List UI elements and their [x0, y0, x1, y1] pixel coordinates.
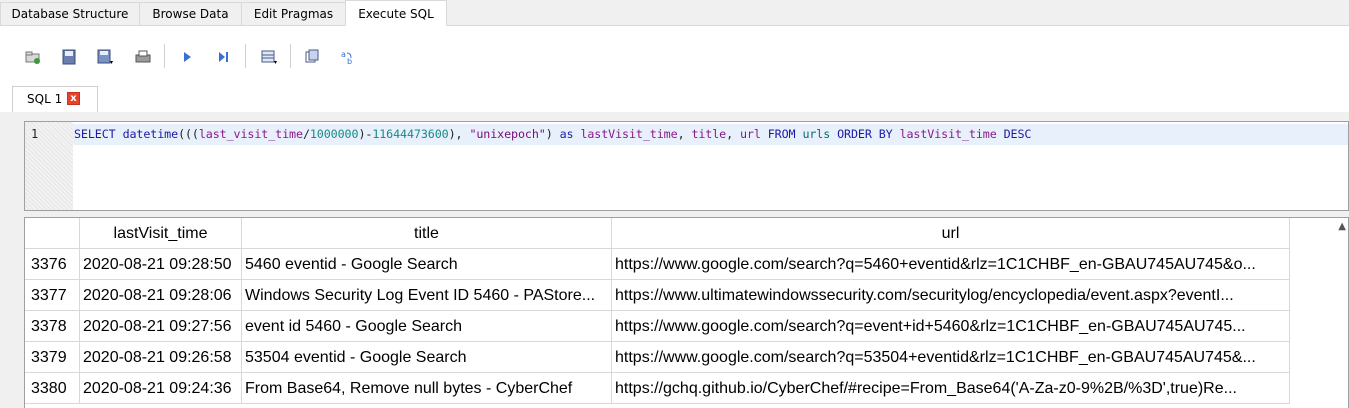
sql-token: /	[302, 127, 310, 141]
column-header-lastvisit-time[interactable]: lastVisit_time	[80, 218, 242, 249]
tab-browse-data[interactable]: Browse Data	[139, 2, 242, 25]
save-results-icon[interactable]	[260, 48, 278, 66]
table-row[interactable]: 3380 2020-08-21 09:24:36 From Base64, Re…	[25, 373, 1290, 404]
url-cell[interactable]: https://www.google.com/search?q=5460+eve…	[612, 249, 1290, 280]
toolbar-separator	[164, 44, 165, 68]
row-number[interactable]: 3378	[25, 311, 80, 342]
sql-token: ),	[448, 127, 470, 141]
execute-line-icon[interactable]	[214, 48, 232, 66]
close-tab-icon[interactable]: x	[67, 92, 80, 105]
title-cell[interactable]: event id 5460 - Google Search	[242, 311, 612, 342]
sql-token: as	[559, 127, 574, 141]
lastvisit-time-cell[interactable]: 2020-08-21 09:28:50	[80, 249, 242, 280]
sql-toolbar: a b	[0, 26, 1349, 86]
line-number-gutter: 1	[25, 122, 73, 210]
sql-token: url	[740, 127, 761, 141]
sql-token: 11644473600	[372, 127, 449, 141]
table-row[interactable]: 3378 2020-08-21 09:27:56 event id 5460 -…	[25, 311, 1290, 342]
sql-token: )-	[358, 127, 373, 141]
title-cell[interactable]: From Base64, Remove null bytes - CyberCh…	[242, 373, 612, 404]
url-cell[interactable]: https://gchq.github.io/CyberChef/#recipe…	[612, 373, 1290, 404]
title-cell[interactable]: 53504 eventid - Google Search	[242, 342, 612, 373]
lastvisit-time-cell[interactable]: 2020-08-21 09:24:36	[80, 373, 242, 404]
vertical-scrollbar[interactable]: ▲	[1290, 218, 1348, 408]
sql-token: lastVisit_time	[899, 127, 997, 141]
sql-token: FROM	[767, 127, 796, 141]
scroll-up-icon[interactable]: ▲	[1338, 221, 1346, 232]
main-tab-bar: Database Structure Browse Data Edit Prag…	[0, 0, 1349, 26]
sql-token: ,	[726, 127, 740, 141]
sql-token: title	[691, 127, 727, 141]
find-replace-icon[interactable]: a b	[339, 48, 357, 66]
sql-tab-strip: SQL 1 x	[0, 86, 1349, 112]
sql-tab-label: SQL 1	[27, 92, 63, 106]
svg-text:b: b	[347, 57, 352, 66]
lastvisit-time-cell[interactable]: 2020-08-21 09:28:06	[80, 280, 242, 311]
sql-token: datetime	[122, 127, 179, 141]
sql-token: SELECT	[74, 127, 116, 141]
sql-token: last_visit_time	[198, 127, 303, 141]
url-cell[interactable]: https://www.google.com/search?q=event+id…	[612, 311, 1290, 342]
sql-token: )	[545, 127, 560, 141]
row-number[interactable]: 3377	[25, 280, 80, 311]
sql-token: ORDER BY	[837, 127, 893, 141]
title-cell[interactable]: 5460 eventid - Google Search	[242, 249, 612, 280]
svg-text:a: a	[341, 50, 346, 59]
sql-tab-1[interactable]: SQL 1 x	[12, 86, 98, 112]
tab-execute-sql[interactable]: Execute SQL	[345, 0, 447, 26]
title-cell[interactable]: Windows Security Log Event ID 5460 - PAS…	[242, 280, 612, 311]
table-row[interactable]: 3377 2020-08-21 09:28:06 Windows Securit…	[25, 280, 1290, 311]
sql-token: 1000000	[309, 127, 359, 141]
toolbar-separator	[245, 44, 246, 68]
line-number: 1	[31, 127, 39, 141]
lastvisit-time-cell[interactable]: 2020-08-21 09:26:58	[80, 342, 242, 373]
toolbar-separator	[290, 44, 291, 68]
find-icon[interactable]	[303, 48, 321, 66]
row-number[interactable]: 3380	[25, 373, 80, 404]
sql-token: ,	[677, 127, 692, 141]
execute-all-icon[interactable]	[178, 48, 196, 66]
url-cell[interactable]: https://www.google.com/search?q=53504+ev…	[612, 342, 1290, 373]
column-header-title[interactable]: title	[242, 218, 612, 249]
sql-token: DESC	[1003, 127, 1032, 141]
column-header-url[interactable]: url	[612, 218, 1290, 249]
table-row[interactable]: 3376 2020-08-21 09:28:50 5460 eventid - …	[25, 249, 1290, 280]
url-cell[interactable]: https://www.ultimatewindowssecurity.com/…	[612, 280, 1290, 311]
sql-token: lastVisit_time	[580, 127, 678, 141]
row-number[interactable]: 3379	[25, 342, 80, 373]
sql-token: "unixepoch"	[469, 127, 546, 141]
open-sql-icon[interactable]	[60, 48, 78, 66]
sql-query-text: SELECT datetime(((last_visit_time/100000…	[74, 127, 1031, 141]
sql-token: (((	[178, 127, 199, 141]
tab-database-structure[interactable]: Database Structure	[0, 2, 140, 25]
sql-token: urls	[802, 127, 831, 141]
row-number-header	[25, 218, 80, 249]
lastvisit-time-cell[interactable]: 2020-08-21 09:27:56	[80, 311, 242, 342]
results-grid[interactable]: lastVisit_time title url 3376 2020-08-21…	[24, 217, 1349, 408]
tab-edit-pragmas[interactable]: Edit Pragmas	[241, 2, 346, 25]
results-header-row: lastVisit_time title url	[25, 218, 1290, 249]
sql-editor[interactable]: 1 SELECT datetime(((last_visit_time/1000…	[24, 121, 1349, 211]
table-row[interactable]: 3379 2020-08-21 09:26:58 53504 eventid -…	[25, 342, 1290, 373]
print-icon[interactable]	[134, 48, 152, 66]
save-sql-icon[interactable]	[96, 48, 114, 66]
open-tab-icon[interactable]	[24, 48, 42, 66]
row-number[interactable]: 3376	[25, 249, 80, 280]
